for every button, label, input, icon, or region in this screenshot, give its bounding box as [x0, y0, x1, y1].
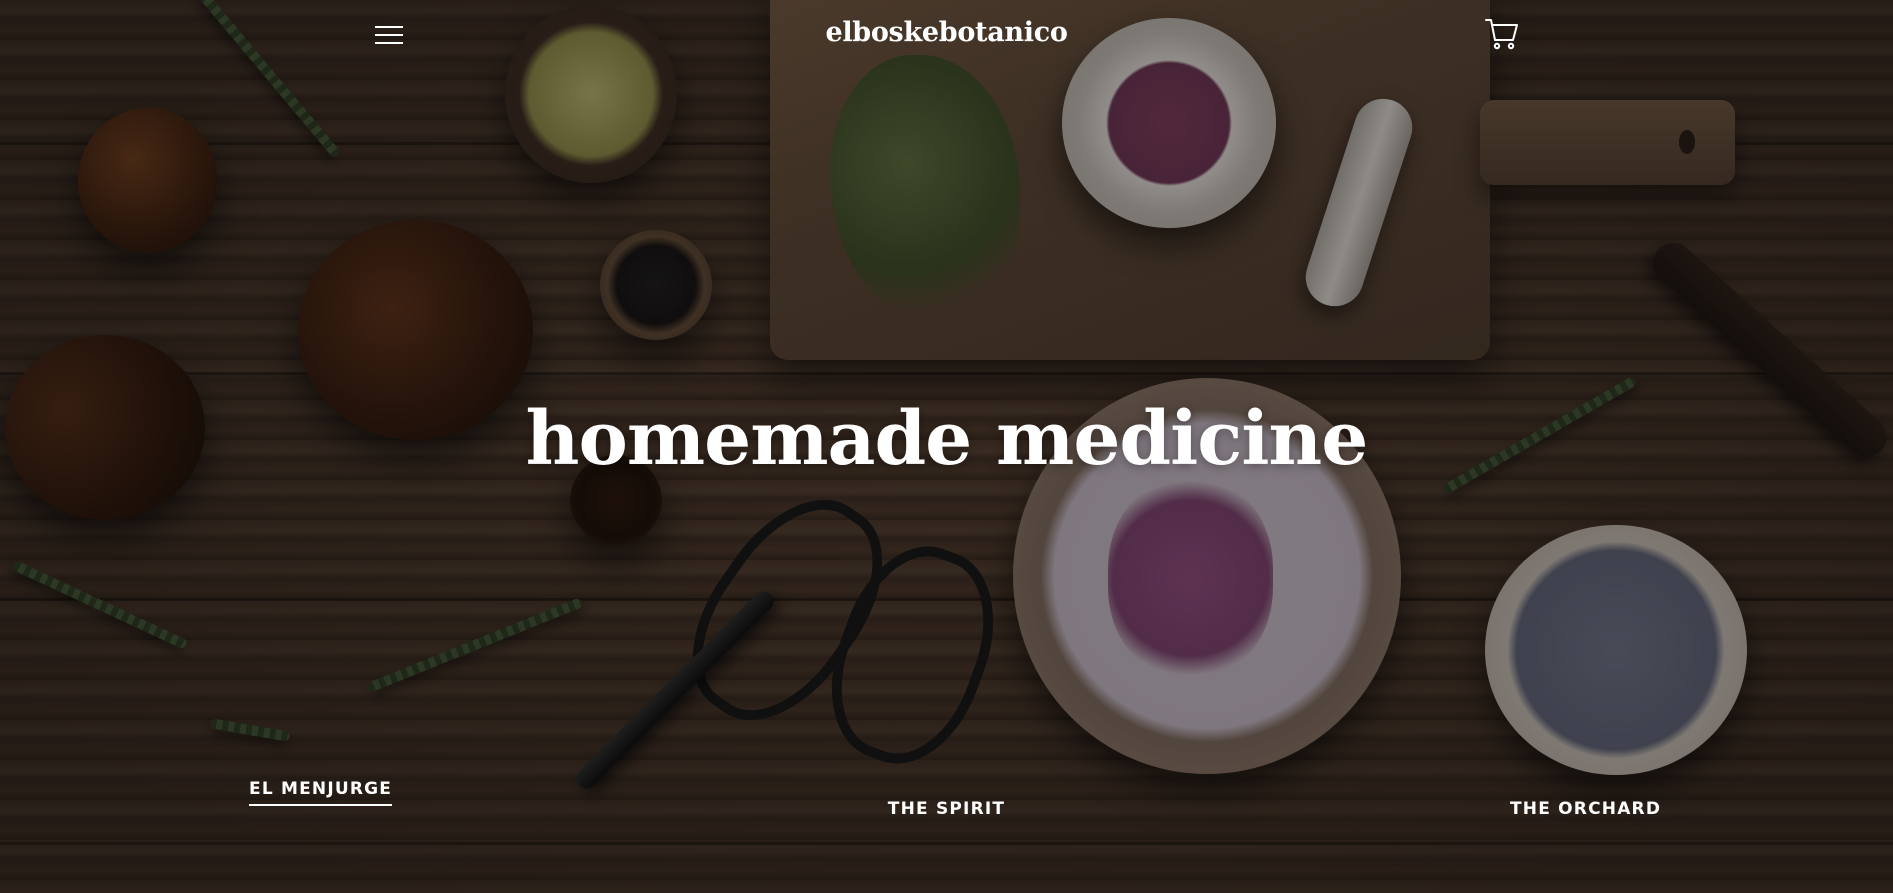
hero-title: homemade medicine — [525, 396, 1369, 482]
shopping-cart-icon — [1485, 19, 1518, 50]
site-header: elboskebotanico — [0, 0, 1893, 72]
nav-link-the-orchard[interactable]: THE ORCHARD — [1510, 799, 1661, 819]
cart-button[interactable] — [1484, 16, 1520, 52]
site-title-link[interactable]: elboskebotanico — [825, 17, 1067, 48]
site-title: elboskebotanico — [0, 17, 1893, 48]
nav-link-the-spirit[interactable]: THE SPIRIT — [888, 799, 1005, 819]
hero-section: elboskebotanico homemade medicine EL MEN… — [0, 0, 1893, 893]
